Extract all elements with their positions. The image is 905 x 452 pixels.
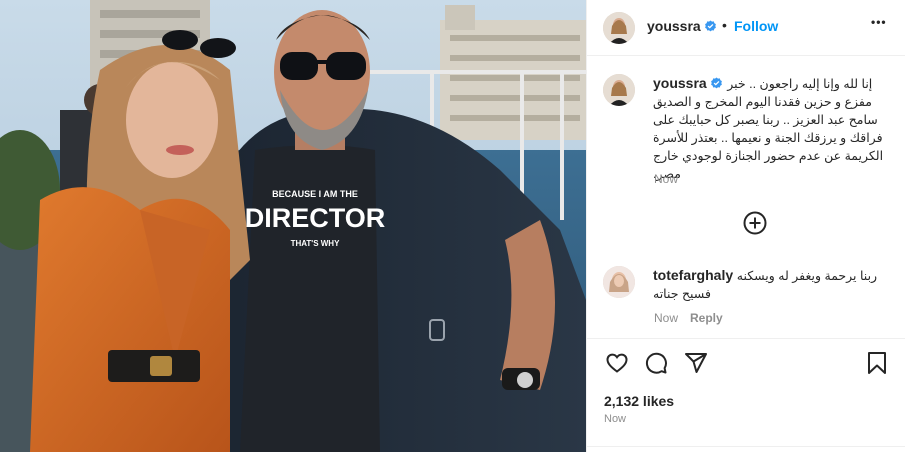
- plus-circle-icon[interactable]: [743, 211, 767, 235]
- caption-verified-icon: [711, 77, 723, 89]
- reply-button[interactable]: Reply: [690, 311, 723, 325]
- bookmark-icon[interactable]: [866, 351, 888, 375]
- caption: youssra إنا لله وإنا إليه راجعون .. خبر …: [653, 74, 887, 183]
- post-header: youssra • Follow •••: [587, 0, 905, 56]
- caption-avatar[interactable]: [603, 74, 635, 106]
- avatar-image: [603, 12, 635, 44]
- likes-count[interactable]: 2,132 likes: [604, 393, 674, 409]
- comment-time: Now: [654, 311, 679, 325]
- header-dot: •: [722, 17, 727, 33]
- share-icon[interactable]: [684, 351, 708, 375]
- comment: totefarghaly ربنا يرحمة ويغفر له ويسكنه …: [653, 266, 887, 303]
- more-options-icon[interactable]: •••: [871, 15, 887, 29]
- actions-divider: [587, 338, 905, 339]
- avatar[interactable]: [603, 12, 635, 44]
- shirt-text-line2: DIRECTOR: [245, 203, 386, 233]
- shirt-text-line3: THAT'S WHY: [291, 239, 341, 248]
- heart-icon[interactable]: [605, 351, 629, 375]
- comment-icon[interactable]: [644, 351, 668, 375]
- caption-time: Now: [654, 172, 679, 186]
- footer-divider: [587, 446, 905, 447]
- caption-username[interactable]: youssra: [653, 75, 707, 91]
- caption-avatar-image: [603, 74, 635, 106]
- comment-username[interactable]: totefarghaly: [653, 267, 733, 283]
- post-time: Now: [604, 413, 627, 425]
- post-side-panel: youssra • Follow ••• youssra إنا لله وإن…: [586, 0, 905, 452]
- verified-badge-icon: [705, 20, 716, 32]
- header-username[interactable]: youssra: [647, 18, 701, 34]
- comment-avatar-image: [603, 266, 635, 298]
- shirt-text-line1: BECAUSE I AM THE: [272, 189, 358, 199]
- comment-avatar[interactable]: [603, 266, 635, 298]
- caption-text: إنا لله وإنا إليه راجعون .. خبر مفزع و ح…: [653, 77, 884, 181]
- photo-illustration: BECAUSE I AM THE DIRECTOR THAT'S WHY: [0, 0, 586, 452]
- post-photo[interactable]: BECAUSE I AM THE DIRECTOR THAT'S WHY: [0, 0, 586, 452]
- follow-button[interactable]: Follow: [734, 18, 778, 34]
